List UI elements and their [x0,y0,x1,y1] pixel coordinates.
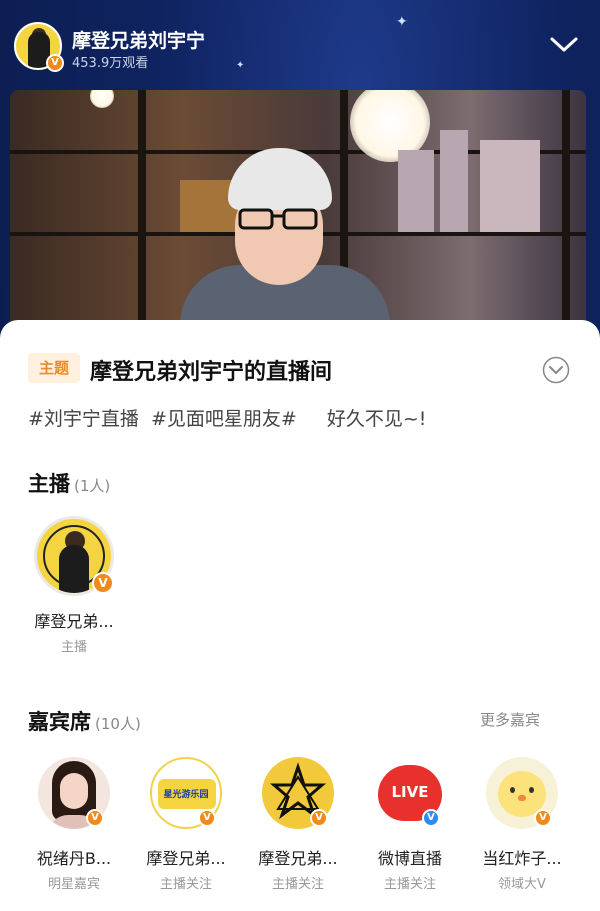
guest-name: 当红炸子... [482,849,562,868]
theme-badge: 主题 [28,353,80,383]
glasses [238,208,318,230]
guest-card[interactable]: V 当红炸子... 领域大V [474,757,574,892]
live-video[interactable] [10,90,586,330]
live-room-screen: ✦ ✦ V 摩登兄弟刘宇宁 453.9万观看 主题 摩登兄弟刘宇宁的直播间 #刘… [0,0,600,911]
beanie [228,148,332,210]
tag-link[interactable]: #见面吧星朋友# [151,408,297,430]
top-bar: ✦ ✦ V 摩登兄弟刘宇宁 453.9万观看 [0,0,600,88]
guest-role: 明星嘉宾 [47,877,100,892]
verified-badge-icon: V [92,572,114,594]
chevron-down-icon[interactable] [546,30,582,60]
more-guests-link[interactable]: 更多嘉宾 [480,709,540,730]
verified-badge-icon: V [422,809,440,827]
guest-name: 摩登兄弟... [258,849,338,868]
sparkle-icon: ✦ [236,60,245,71]
anchors-section-title: 主播 (1人) [28,472,111,496]
guest-card[interactable]: V 摩登兄弟... 主播关注 [250,757,350,892]
viewer-count: 453.9万观看 [72,56,149,71]
guest-name: 祝绪丹B... [36,849,112,868]
verified-badge-icon: V [198,809,216,827]
anchor-name: 摩登兄弟... [34,612,114,631]
guest-role: 主播关注 [159,877,212,892]
verified-badge-icon: V [46,54,64,72]
guest-card[interactable]: 星光游乐园 V 摩登兄弟... 主播关注 [138,757,238,892]
verified-badge-icon: V [534,809,552,827]
guest-name: 微博直播 [377,849,442,868]
verified-badge-icon: V [310,809,328,827]
room-info-panel: 主题 摩登兄弟刘宇宁的直播间 #刘宇宁直播 #见面吧星朋友# 好久不见~! 主播… [0,320,600,911]
sparkle-icon: ✦ [396,14,408,30]
host-name[interactable]: 摩登兄弟刘宇宁 [72,26,205,53]
live-logo-text: LIVE [391,783,429,801]
room-title: 摩登兄弟刘宇宁的直播间 [90,360,333,385]
guest-role: 主播关注 [271,877,324,892]
logo-text: 星光游乐园 [163,790,209,800]
verified-badge-icon: V [86,809,104,827]
guest-role: 领域大V [498,877,546,892]
room-tags: #刘宇宁直播 #见面吧星朋友# 好久不见~! [28,404,432,431]
guest-name: 摩登兄弟... [146,849,226,868]
tag-link[interactable]: #刘宇宁直播 [28,408,139,430]
guests-section-title: 嘉宾席 (10人) [28,710,141,734]
room-greeting: 好久不见~! [326,408,427,430]
guest-card[interactable]: LIVE V 微博直播 主播关注 [362,757,462,892]
castle-model [398,150,434,232]
anchor-role: 主播 [60,640,87,655]
guest-role: 主播关注 [383,877,436,892]
guest-card[interactable]: V 祝绪丹B... 明星嘉宾 [26,757,126,892]
expand-chevron-icon[interactable] [542,356,570,384]
